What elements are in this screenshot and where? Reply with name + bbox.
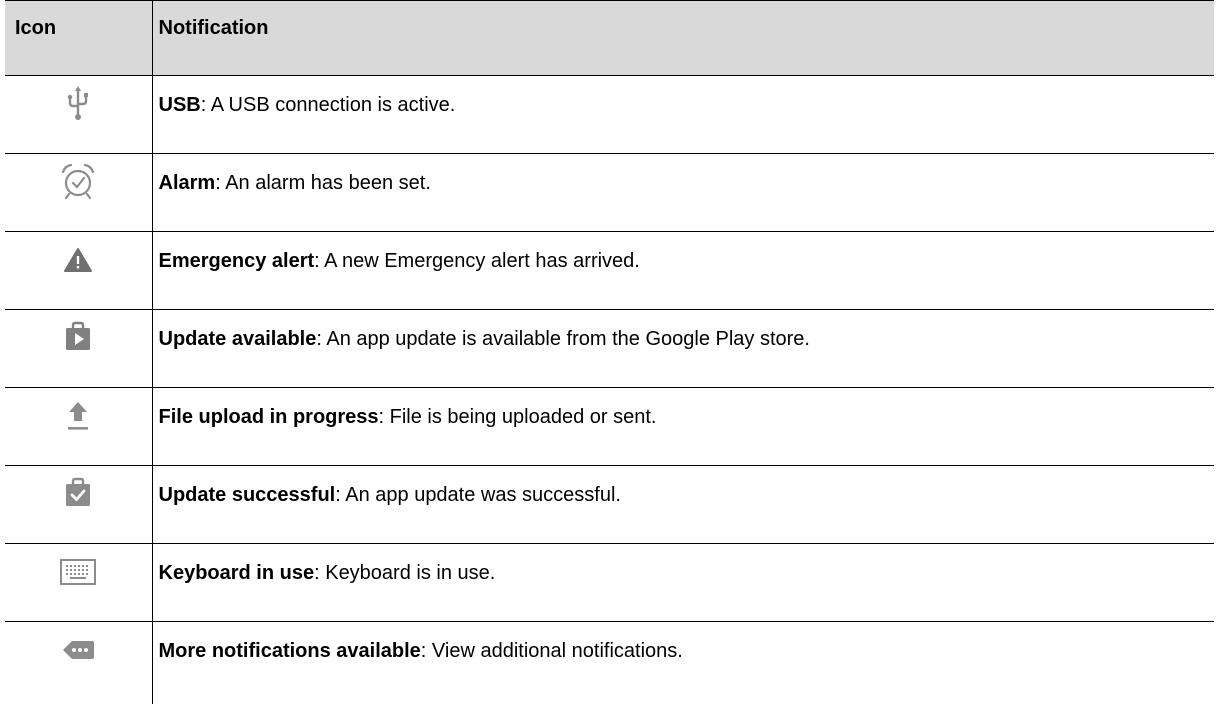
notification-term: More notifications available [158, 640, 421, 662]
table-row: More notifications available: View addit… [5, 621, 1214, 704]
icon-cell [5, 75, 153, 154]
notification-description: : A USB connection is active. [200, 94, 456, 116]
icon-column-header: Icon [5, 0, 153, 76]
more-notifications-icon [58, 630, 98, 670]
icon-cell [5, 153, 153, 232]
notification-cell: Alarm: An alarm has been set. [151, 153, 1214, 232]
notification-cell: More notifications available: View addit… [151, 621, 1214, 704]
notification-cell: Emergency alert: A new Emergency alert h… [151, 231, 1214, 310]
play-store-update-icon [58, 318, 98, 358]
warning-icon [58, 240, 98, 280]
notification-cell: File upload in progress: File is being u… [151, 387, 1214, 466]
notification-description: : A new Emergency alert has arrived. [314, 250, 640, 272]
notification-term: Emergency alert [158, 250, 315, 272]
notification-cell: USB: A USB connection is active. [151, 75, 1214, 154]
icon-cell [5, 309, 153, 388]
table-row: USB: A USB connection is active. [5, 75, 1214, 154]
icon-cell [5, 231, 153, 310]
table-header-row: Icon Notification [5, 0, 1214, 76]
alarm-icon [58, 162, 98, 202]
icon-cell [5, 543, 153, 622]
notification-description: : An app update was successful. [335, 484, 621, 506]
notification-term: File upload in progress [158, 406, 379, 428]
icon-cell [5, 621, 153, 704]
table-row: Keyboard in use: Keyboard is in use. [5, 543, 1214, 622]
notification-description: : Keyboard is in use. [314, 562, 496, 584]
table-row: Update available: An app update is avail… [5, 309, 1214, 388]
notification-cell: Keyboard in use: Keyboard is in use. [151, 543, 1214, 622]
notification-term: Alarm [158, 172, 216, 194]
table-row: File upload in progress: File is being u… [5, 387, 1214, 466]
icon-cell [5, 465, 153, 544]
update-success-icon [58, 474, 98, 514]
notification-icons-table: Icon Notification USB: A USB connection … [5, 0, 1214, 704]
notification-term: Update available [158, 328, 317, 350]
notification-column-header: Notification [151, 0, 1214, 76]
notification-term: USB [158, 94, 201, 116]
notification-description: : View additional notifications. [420, 640, 683, 662]
upload-icon [58, 396, 98, 436]
keyboard-icon [58, 552, 98, 592]
usb-icon [58, 84, 98, 124]
notification-cell: Update available: An app update is avail… [151, 309, 1214, 388]
table-row: Emergency alert: A new Emergency alert h… [5, 231, 1214, 310]
notification-cell: Update successful: An app update was suc… [151, 465, 1214, 544]
table-row: Alarm: An alarm has been set. [5, 153, 1214, 232]
notification-description: : An alarm has been set. [215, 172, 431, 194]
icon-cell [5, 387, 153, 466]
notification-description: : File is being uploaded or sent. [378, 406, 657, 428]
table-row: Update successful: An app update was suc… [5, 465, 1214, 544]
notification-term: Keyboard in use [158, 562, 315, 584]
notification-term: Update successful [158, 484, 336, 506]
notification-description: : An app update is available from the Go… [316, 328, 810, 350]
